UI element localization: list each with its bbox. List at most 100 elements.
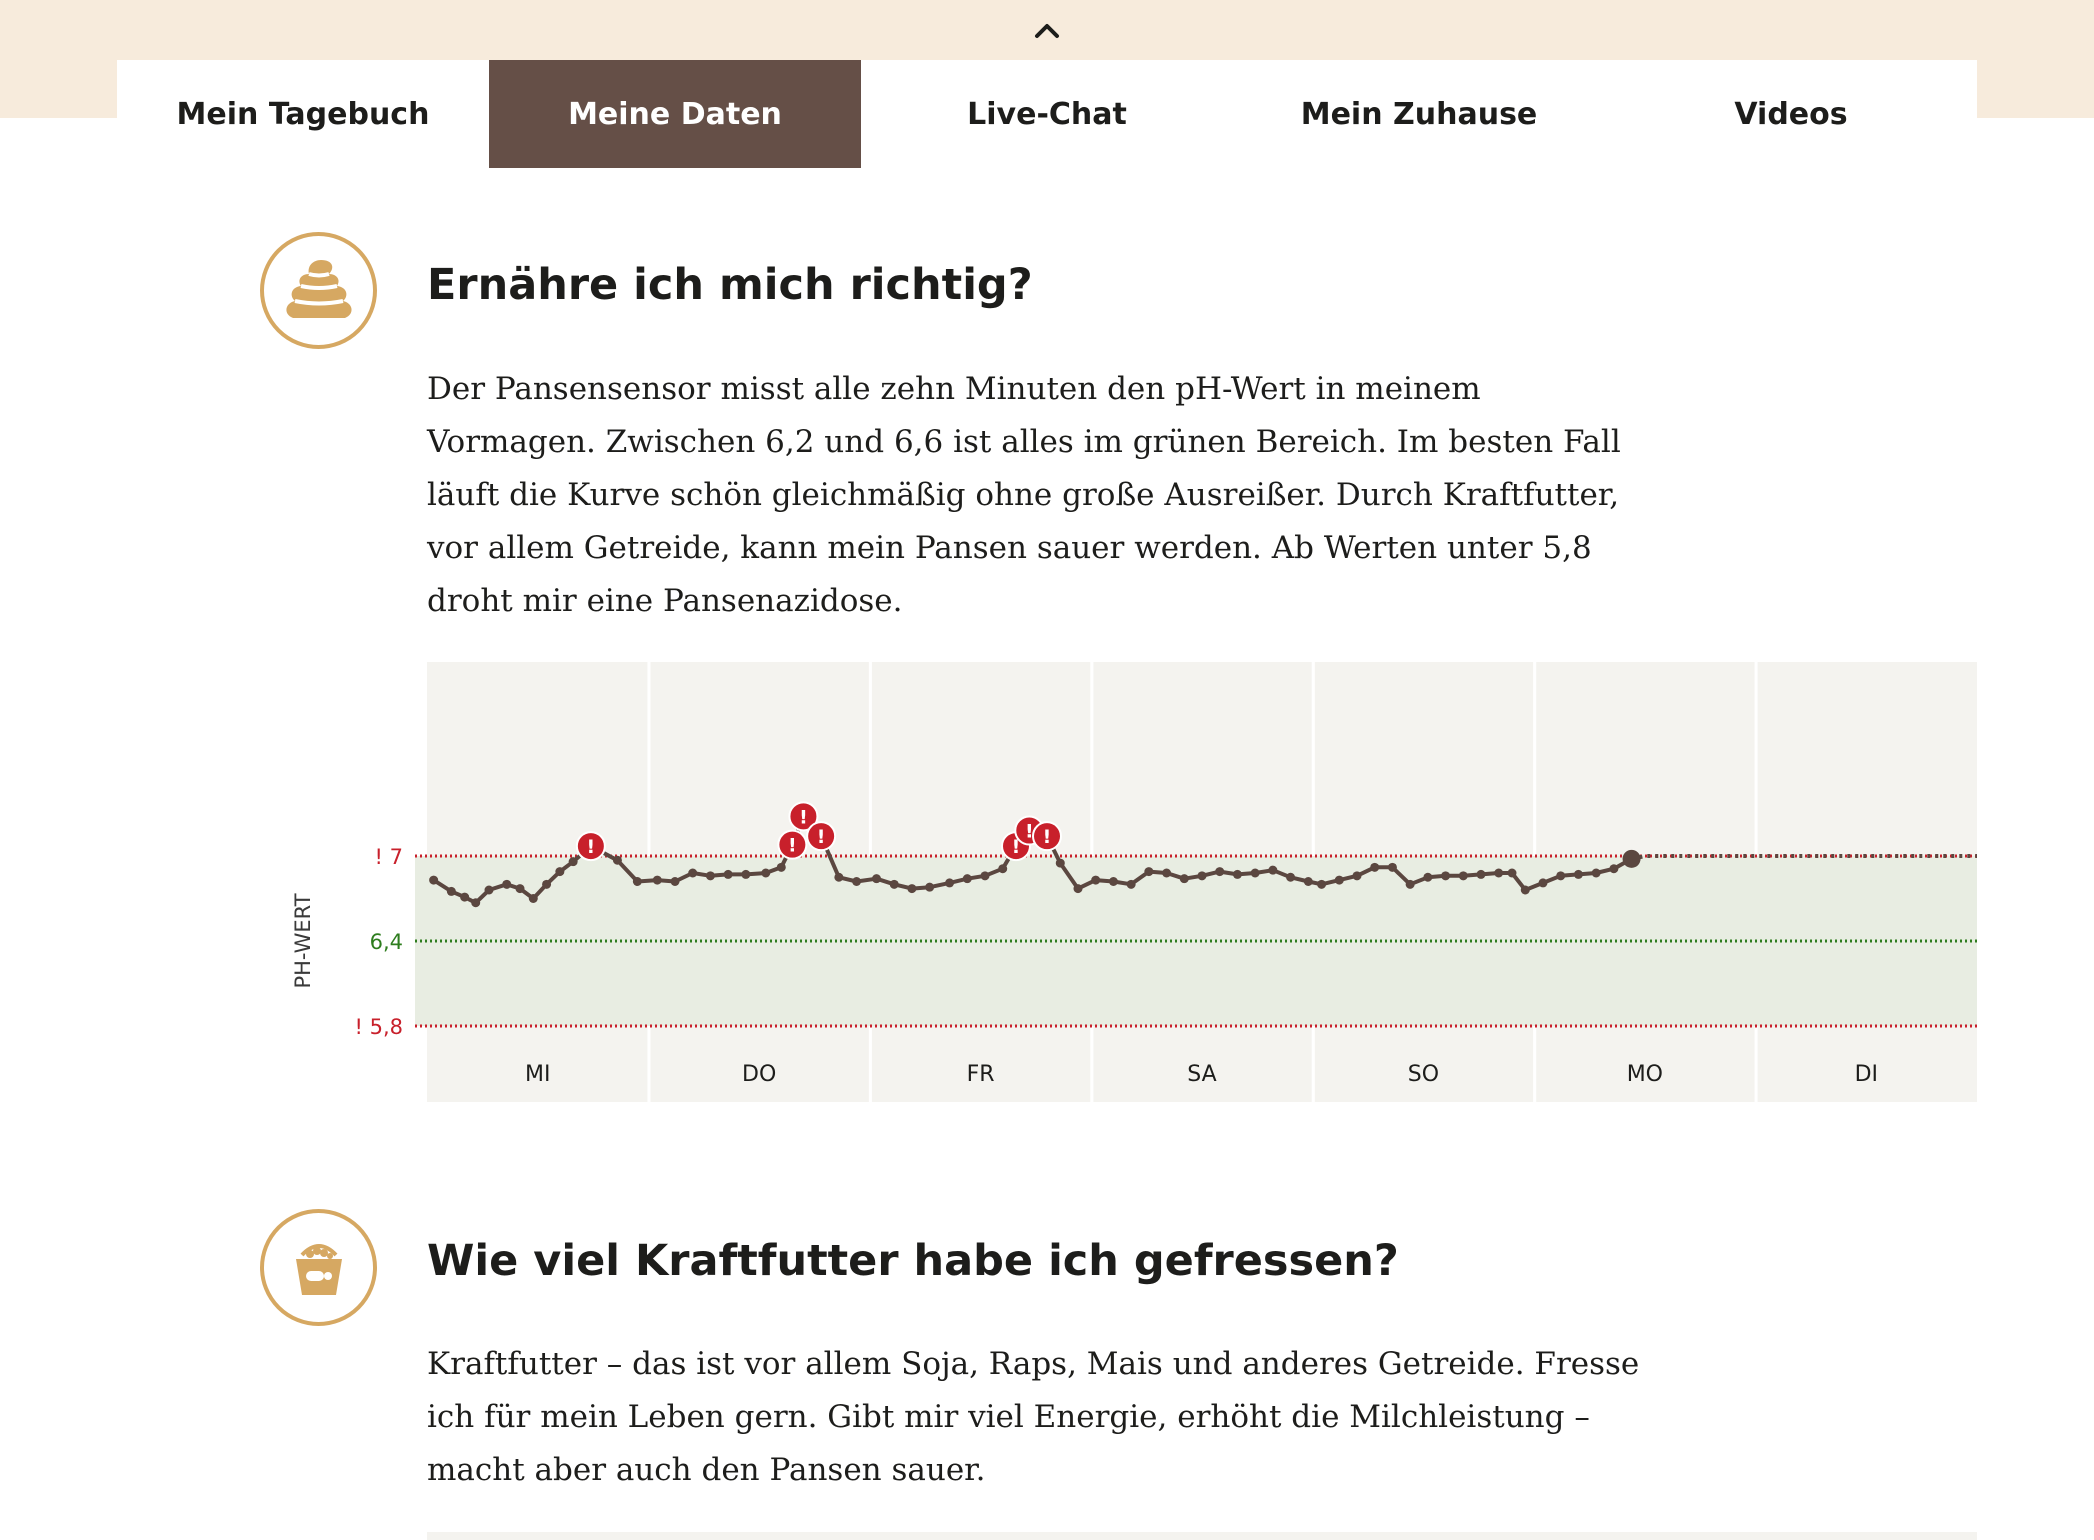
text-line: läuft die Kurve schön gleichmäßig ohne g…	[427, 477, 1620, 513]
data-point	[1179, 874, 1189, 884]
text-line: ich für mein Leben gern. Gibt mir viel E…	[427, 1399, 1590, 1435]
data-point	[1268, 865, 1278, 875]
section-title-feed: Wie viel Kraftfutter habe ich gefressen?	[427, 1236, 1399, 1286]
next-chart-top	[427, 1532, 1977, 1540]
feed-bucket-icon	[295, 1243, 342, 1295]
data-point	[776, 862, 786, 872]
data-point	[1162, 868, 1172, 878]
data-point	[1458, 871, 1468, 881]
data-point	[723, 869, 733, 879]
reference-label: 6,4	[370, 930, 403, 954]
data-point	[1609, 864, 1619, 874]
data-point	[1334, 875, 1344, 885]
collapse-button[interactable]	[1022, 12, 1072, 48]
data-point	[1370, 862, 1380, 872]
day-label-mo: MO	[1627, 1062, 1663, 1087]
alert-marker[interactable]: !	[806, 821, 837, 852]
section-text-ph: Der Pansensensor misst alle zehn Minuten…	[427, 363, 1657, 628]
tab-videos[interactable]: Videos	[1605, 60, 1977, 168]
data-point	[1476, 869, 1486, 879]
data-point	[761, 868, 771, 878]
data-point	[652, 875, 662, 885]
reference-label: ! 5,8	[355, 1015, 404, 1039]
data-point	[1073, 884, 1083, 894]
dung-icon	[285, 259, 352, 318]
data-point	[1507, 868, 1517, 878]
text-line: macht aber auch den Pansen sauer.	[427, 1452, 986, 1488]
section-title-ph: Ernähre ich mich richtig?	[427, 260, 1033, 310]
data-point	[1144, 867, 1154, 877]
data-point	[1405, 879, 1415, 889]
data-point	[1591, 868, 1601, 878]
current-value-point	[1622, 849, 1641, 868]
data-point	[1573, 869, 1583, 879]
alert-marker[interactable]: !	[1032, 821, 1062, 852]
data-point	[962, 874, 972, 884]
text-line: Kraftfutter – das ist vor allem Soja, Ra…	[427, 1346, 1640, 1382]
data-point	[998, 864, 1008, 874]
data-point	[1317, 879, 1327, 889]
data-point	[484, 885, 494, 895]
alert-marker[interactable]: !	[777, 829, 808, 860]
data-point	[907, 884, 917, 894]
data-point	[1232, 869, 1242, 879]
data-point	[429, 875, 439, 885]
data-point	[1556, 871, 1566, 881]
data-point	[741, 869, 751, 879]
data-point	[705, 871, 715, 881]
data-point	[834, 872, 844, 882]
alert-marker[interactable]: !	[575, 831, 606, 862]
data-point	[1091, 875, 1101, 885]
data-point	[528, 894, 538, 903]
text-line: Der Pansensensor misst alle zehn Minuten…	[427, 371, 1481, 407]
text-line: vor allem Getreide, kann mein Pansen sau…	[427, 530, 1592, 566]
data-point	[460, 892, 470, 902]
data-point	[471, 898, 481, 908]
data-point	[1352, 871, 1362, 881]
tab-mein-tagebuch[interactable]: Mein Tagebuch	[117, 60, 489, 168]
text-line: droht mir eine Pansenazidose.	[427, 583, 903, 619]
data-point	[1520, 885, 1530, 895]
data-point	[542, 879, 552, 889]
tab-meine-daten[interactable]: Meine Daten	[489, 60, 861, 168]
data-point	[502, 879, 512, 889]
day-label-do: DO	[742, 1062, 776, 1087]
data-point	[852, 877, 862, 886]
section-icon-ph	[260, 232, 377, 349]
data-point	[1423, 872, 1433, 882]
data-point	[889, 879, 899, 889]
data-point	[1494, 868, 1504, 878]
data-point	[1126, 879, 1136, 889]
tab-live-chat[interactable]: Live-Chat	[861, 60, 1233, 168]
data-point	[515, 884, 525, 894]
reference-label: ! 7	[375, 845, 403, 869]
chevron-up-icon	[1035, 24, 1059, 38]
ph-chart-svg: ! 7 6,4 ! 5,8 PH-WERT MI DO FR SA SO MO DI !!!!!…	[291, 662, 1977, 1102]
data-point	[555, 867, 565, 877]
alert-icon: !	[817, 826, 826, 848]
data-point	[1197, 871, 1207, 881]
data-point	[1286, 872, 1296, 882]
data-point	[632, 877, 642, 886]
data-point	[1108, 877, 1118, 886]
data-point	[568, 857, 578, 867]
main-tabs: Mein Tagebuch Meine Daten Live-Chat Mein…	[117, 60, 1977, 168]
tab-mein-zuhause[interactable]: Mein Zuhause	[1233, 60, 1605, 168]
day-label-di: DI	[1855, 1062, 1878, 1087]
data-point	[1250, 868, 1260, 878]
alert-icon: !	[788, 835, 797, 857]
data-point	[925, 882, 935, 892]
data-point	[688, 868, 698, 878]
alert-icon: !	[1043, 826, 1052, 848]
data-point	[1441, 871, 1451, 881]
day-label-mi: MI	[525, 1062, 550, 1087]
day-label-sa: SA	[1187, 1062, 1216, 1087]
data-point	[1387, 862, 1397, 872]
alert-icon: !	[799, 806, 808, 828]
data-point	[980, 871, 990, 881]
data-point	[1215, 867, 1225, 877]
day-label-fr: FR	[967, 1062, 995, 1087]
data-point	[446, 886, 456, 896]
data-point	[945, 878, 955, 888]
y-axis-label: PH-WERT	[291, 893, 315, 988]
